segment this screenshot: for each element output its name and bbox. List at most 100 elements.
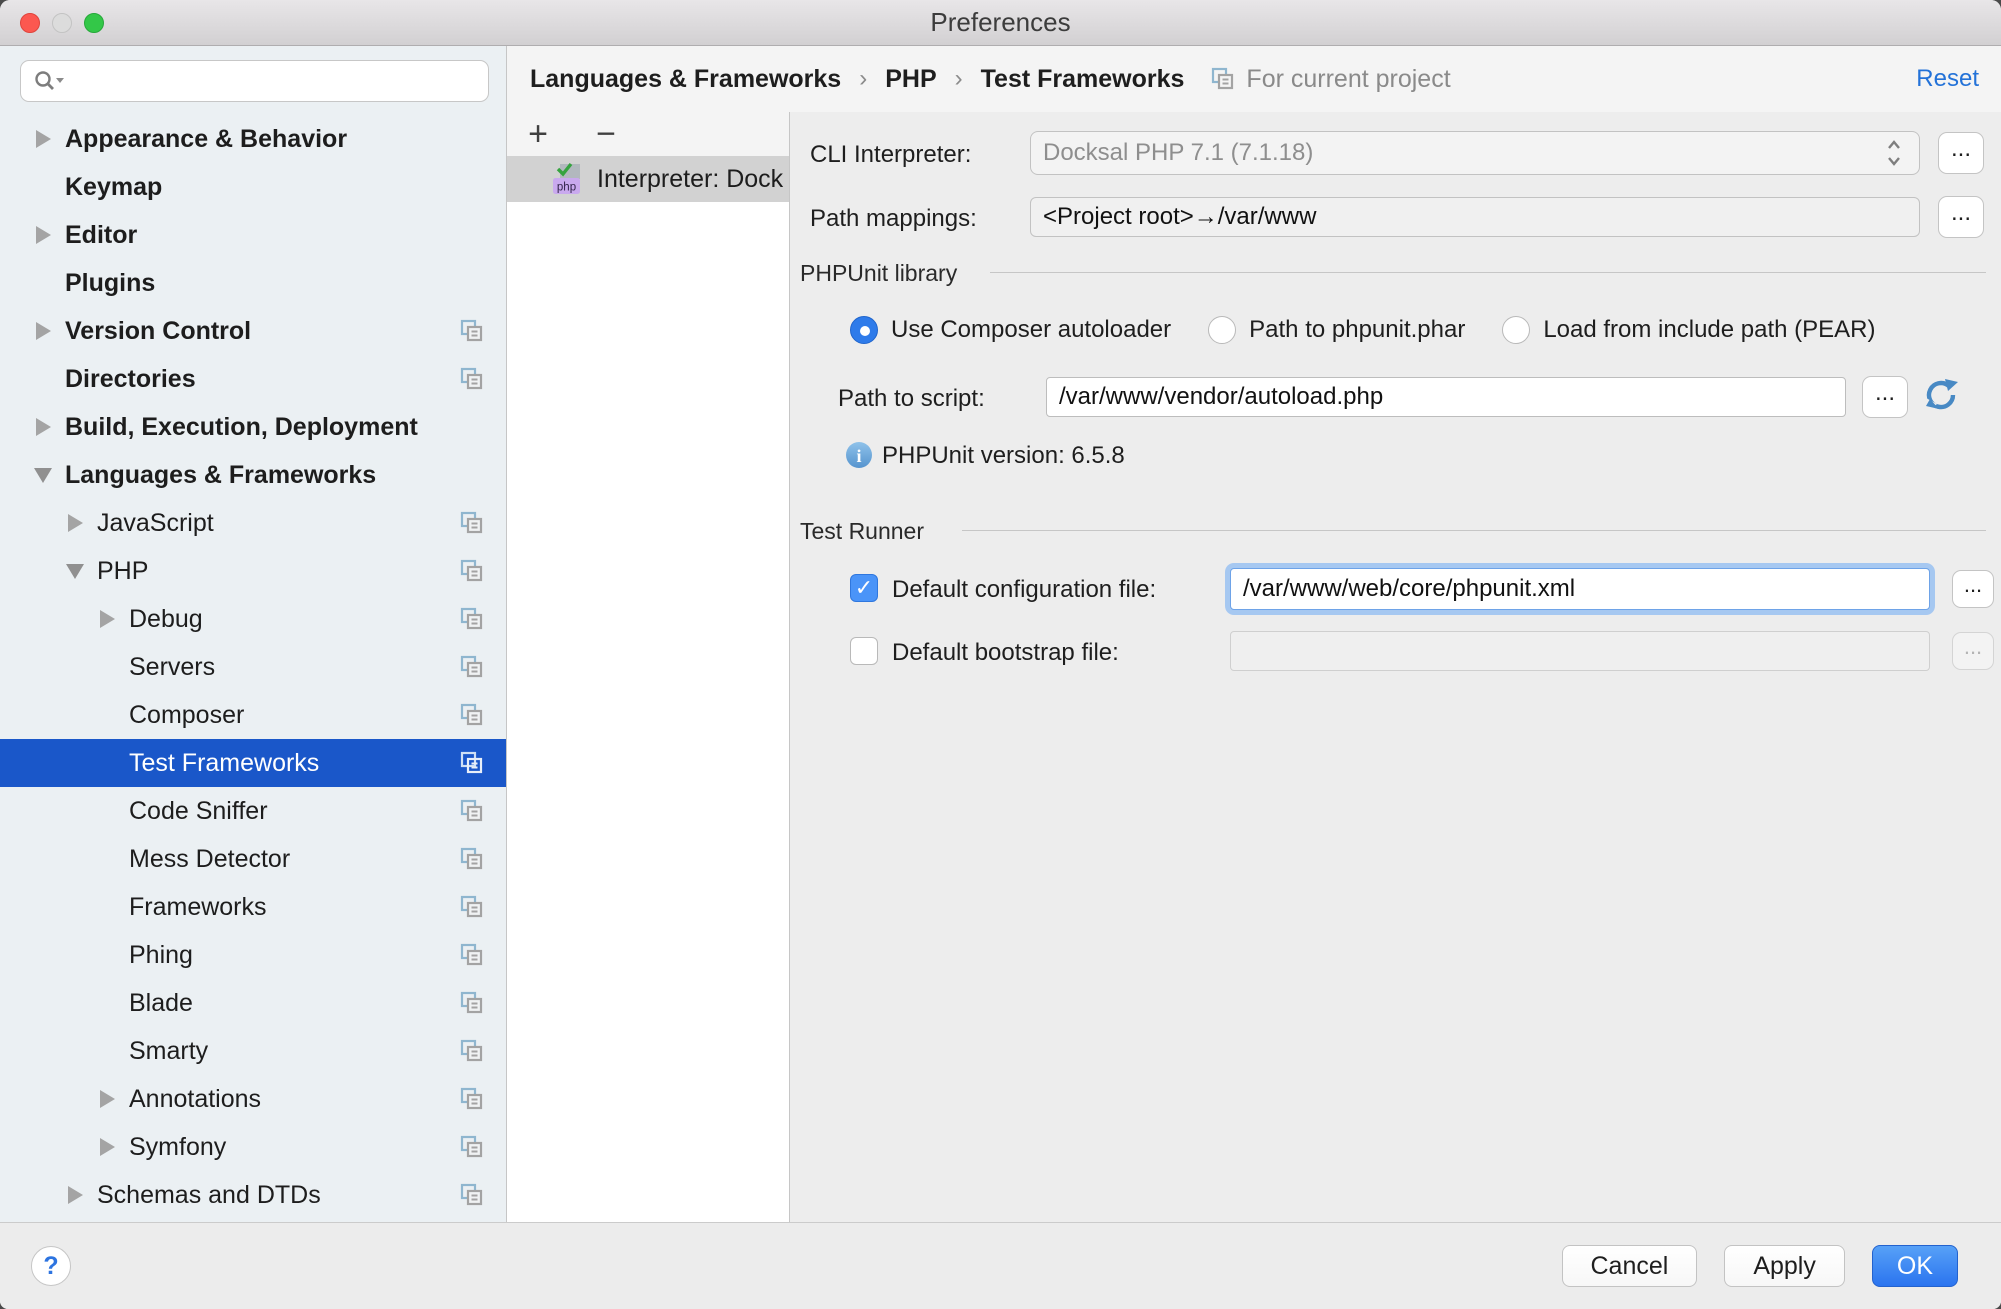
- radio-label: Path to phpunit.phar: [1249, 316, 1465, 344]
- sidebar-item-symfony[interactable]: Symfony: [0, 1123, 506, 1171]
- help-question-icon: ?: [43, 1252, 58, 1281]
- cancel-button[interactable]: Cancel: [1562, 1245, 1698, 1287]
- arrow-spacer: [30, 271, 56, 295]
- sidebar-item-label: Phing: [129, 941, 193, 970]
- sidebar-item-editor[interactable]: Editor: [0, 211, 506, 259]
- sidebar-item-appearance-behavior[interactable]: Appearance & Behavior: [0, 115, 506, 163]
- search-box[interactable]: [20, 60, 489, 102]
- chevron-right-icon[interactable]: [30, 223, 56, 247]
- phpunit-library-radio-group: Use Composer autoloader Path to phpunit.p…: [850, 316, 1913, 344]
- chevron-right-icon[interactable]: [30, 319, 56, 343]
- sidebar-item-keymap[interactable]: Keymap: [0, 163, 506, 211]
- php-interpreter-icon: php: [549, 160, 587, 198]
- search-icon[interactable]: [33, 69, 67, 93]
- help-button[interactable]: ?: [31, 1246, 71, 1286]
- arrow-spacer: [94, 847, 120, 871]
- sidebar-item-blade[interactable]: Blade: [0, 979, 506, 1027]
- path-to-script-input[interactable]: [1046, 377, 1846, 417]
- radio-selected-icon: [850, 316, 878, 344]
- chevron-right-icon[interactable]: [30, 127, 56, 151]
- remove-interpreter-button[interactable]: −: [589, 117, 623, 151]
- radio-load-from-include-path-pear[interactable]: Load from include path (PEAR): [1502, 316, 1875, 344]
- sidebar-item-phing[interactable]: Phing: [0, 931, 506, 979]
- chevron-right-icon[interactable]: [94, 1087, 120, 1111]
- breadcrumb-php[interactable]: PHP: [885, 65, 936, 94]
- per-project-copy-icon: [459, 702, 485, 728]
- sidebar-item-schemas-and-dtds[interactable]: Schemas and DTDs: [0, 1171, 506, 1219]
- sidebar-item-test-frameworks[interactable]: Test Frameworks: [0, 739, 506, 787]
- chevron-right-icon[interactable]: [62, 1183, 88, 1207]
- default-bootstrap-browse-button: ...: [1952, 632, 1994, 670]
- close-button[interactable]: [20, 13, 40, 33]
- sidebar-item-label: Code Sniffer: [129, 797, 268, 826]
- chevron-right-icon[interactable]: [30, 415, 56, 439]
- default-configuration-checkbox[interactable]: ✓: [850, 574, 878, 602]
- chevron-right-icon[interactable]: [94, 607, 120, 631]
- sidebar-item-label: Languages & Frameworks: [65, 461, 376, 490]
- radio-path-to-phpunit-phar[interactable]: Path to phpunit.phar: [1208, 316, 1465, 344]
- breadcrumb-bar: Languages & Frameworks › PHP › Test Fram…: [507, 46, 2001, 112]
- search-input[interactable]: [75, 66, 476, 96]
- sidebar-item-code-sniffer[interactable]: Code Sniffer: [0, 787, 506, 835]
- path-mappings-field[interactable]: <Project root>→/var/www: [1030, 197, 1920, 237]
- for-current-project-icon: [1210, 66, 1236, 92]
- sidebar-item-php[interactable]: PHP: [0, 547, 506, 595]
- stepper-icon[interactable]: [1881, 135, 1907, 171]
- sidebar-tree: Appearance & BehaviorKeymapEditorPlugins…: [0, 115, 506, 1219]
- section-divider: [990, 272, 1986, 273]
- reload-phpunit-icon[interactable]: [1920, 374, 1962, 416]
- default-bootstrap-checkbox[interactable]: [850, 637, 878, 665]
- arrow-spacer: [94, 655, 120, 679]
- sidebar-item-label: Annotations: [129, 1085, 261, 1114]
- default-bootstrap-label: Default bootstrap file:: [892, 639, 1119, 667]
- arrow-spacer: [30, 367, 56, 391]
- arrow-spacer: [94, 799, 120, 823]
- zoom-button[interactable]: [84, 13, 104, 33]
- sidebar-item-javascript[interactable]: JavaScript: [0, 499, 506, 547]
- chevron-down-icon[interactable]: [62, 559, 88, 583]
- arrow-spacer: [94, 1039, 120, 1063]
- sidebar-item-version-control[interactable]: Version Control: [0, 307, 506, 355]
- sidebar-item-debug[interactable]: Debug: [0, 595, 506, 643]
- cli-interpreter-select[interactable]: Docksal PHP 7.1 (7.1.18): [1030, 131, 1920, 175]
- add-interpreter-button[interactable]: +: [521, 117, 555, 151]
- sidebar-item-composer[interactable]: Composer: [0, 691, 506, 739]
- traffic-lights: [20, 13, 104, 33]
- per-project-copy-icon: [459, 510, 485, 536]
- sidebar-item-build-execution-deployment[interactable]: Build, Execution, Deployment: [0, 403, 506, 451]
- sidebar-item-label: Smarty: [129, 1037, 208, 1066]
- sidebar-item-languages-frameworks[interactable]: Languages & Frameworks: [0, 451, 506, 499]
- chevron-right-icon[interactable]: [62, 511, 88, 535]
- sidebar-item-plugins[interactable]: Plugins: [0, 259, 506, 307]
- sidebar-item-annotations[interactable]: Annotations: [0, 1075, 506, 1123]
- sidebar-item-label: Debug: [129, 605, 203, 634]
- sidebar-item-label: Build, Execution, Deployment: [65, 413, 418, 442]
- per-project-copy-icon: [459, 846, 485, 872]
- sidebar-item-frameworks[interactable]: Frameworks: [0, 883, 506, 931]
- info-icon: i: [845, 441, 873, 474]
- sidebar-item-mess-detector[interactable]: Mess Detector: [0, 835, 506, 883]
- radio-use-composer-autoloader[interactable]: Use Composer autoloader: [850, 316, 1171, 344]
- breadcrumb-test-frameworks[interactable]: Test Frameworks: [981, 65, 1185, 94]
- default-configuration-input[interactable]: [1230, 568, 1930, 610]
- sidebar-item-label: Symfony: [129, 1133, 226, 1162]
- per-project-copy-icon: [459, 894, 485, 920]
- breadcrumb-languages-frameworks[interactable]: Languages & Frameworks: [530, 65, 841, 94]
- sidebar-item-servers[interactable]: Servers: [0, 643, 506, 691]
- apply-button[interactable]: Apply: [1724, 1245, 1845, 1287]
- default-configuration-browse-button[interactable]: ...: [1952, 570, 1994, 608]
- sidebar-item-label: Servers: [129, 653, 215, 682]
- chevron-right-icon[interactable]: [94, 1135, 120, 1159]
- interpreter-list-item[interactable]: php Interpreter: Dock: [507, 156, 789, 202]
- chevron-down-icon[interactable]: [30, 463, 56, 487]
- sidebar-item-label: Frameworks: [129, 893, 267, 922]
- sidebar-item-smarty[interactable]: Smarty: [0, 1027, 506, 1075]
- path-to-script-browse-button[interactable]: ...: [1862, 376, 1908, 418]
- sidebar-item-directories[interactable]: Directories: [0, 355, 506, 403]
- phpunit-version-text: PHPUnit version: 6.5.8: [882, 442, 1125, 470]
- ok-button[interactable]: OK: [1872, 1245, 1958, 1287]
- section-divider: [962, 530, 1986, 531]
- cli-interpreter-browse-button[interactable]: ...: [1938, 132, 1984, 174]
- reset-link[interactable]: Reset: [1916, 65, 1979, 93]
- path-mappings-browse-button[interactable]: ...: [1938, 196, 1984, 238]
